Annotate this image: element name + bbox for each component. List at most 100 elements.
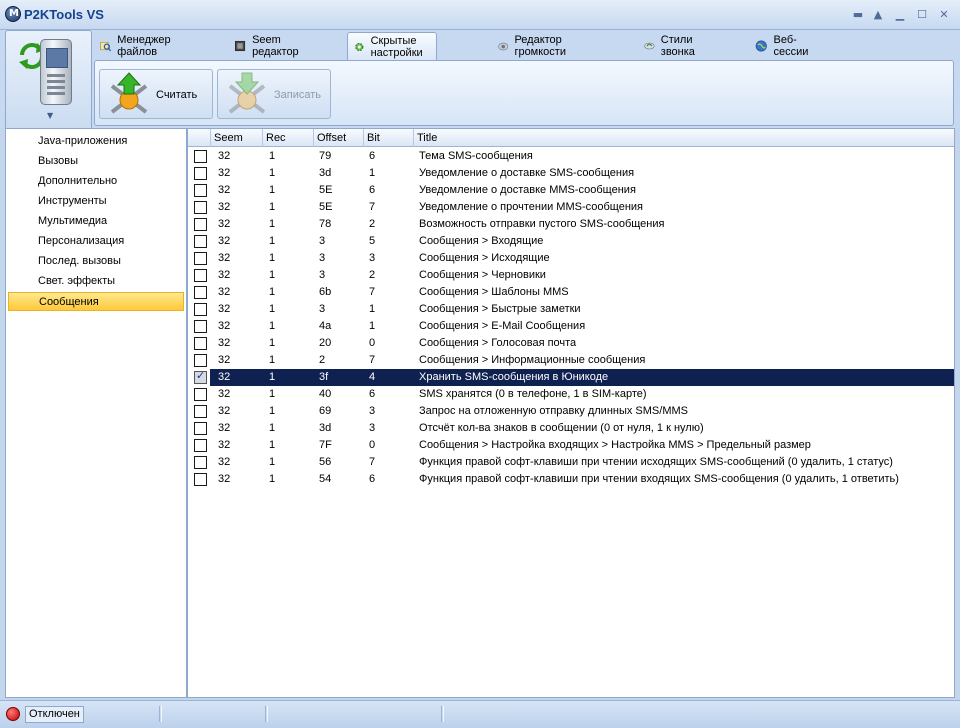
cell-title: Отсчёт кол-ва знаков в сообщении (0 от н… bbox=[419, 422, 704, 434]
row-checkbox[interactable] bbox=[194, 369, 207, 384]
table-row[interactable]: 32 1 3 2 Сообщения > Черновики bbox=[188, 267, 954, 284]
cell-rec: 1 bbox=[269, 150, 276, 162]
write-label: Записать bbox=[274, 89, 322, 101]
cell-bit: 2 bbox=[369, 218, 376, 230]
sidebar-item-calls[interactable]: Вызовы bbox=[8, 152, 184, 171]
cell-bit: 7 bbox=[369, 456, 376, 468]
sidebar-item-light-effects[interactable]: Свет. эффекты bbox=[8, 272, 184, 291]
header-rec[interactable]: Rec bbox=[263, 129, 314, 147]
motorola-logo-icon[interactable] bbox=[5, 6, 21, 22]
sidebar-item-multimedia[interactable]: Мультимедиа bbox=[8, 212, 184, 231]
header-bit[interactable]: Bit bbox=[364, 129, 414, 147]
cell-offset: 56 bbox=[319, 456, 332, 468]
cell-seem: 32 bbox=[218, 473, 231, 485]
row-checkbox[interactable] bbox=[194, 405, 207, 418]
table-row[interactable]: 32 1 5E 6 Уведомление о доставке MMS-сообщен… bbox=[188, 182, 954, 199]
row-checkbox[interactable] bbox=[194, 354, 207, 367]
cell-rec: 1 bbox=[269, 473, 276, 485]
sidebar-item-personalization[interactable]: Персонализация bbox=[8, 232, 184, 251]
tab-file-manager[interactable]: Менеджер файлов bbox=[94, 32, 183, 60]
table-row[interactable]: 32 1 5E 7 Уведомление о прочтении MMS-сообще… bbox=[188, 199, 954, 216]
cell-offset: 20 bbox=[319, 337, 332, 349]
row-checkbox[interactable] bbox=[194, 252, 207, 265]
tab-web-sessions[interactable]: Веб-сессии bbox=[749, 32, 820, 60]
minimize-button[interactable]: ▁ bbox=[892, 8, 908, 22]
row-checkbox[interactable] bbox=[194, 337, 207, 350]
ribbon-collapse-icon[interactable]: ▬ bbox=[850, 8, 866, 22]
header-offset[interactable]: Offset bbox=[314, 129, 364, 147]
table-row[interactable]: 32 1 79 6 Тема SMS-сообщения bbox=[188, 148, 954, 165]
table-row[interactable]: 32 1 7F 0 Сообщения > Настройка входящих > Н… bbox=[188, 437, 954, 454]
row-checkbox[interactable] bbox=[194, 235, 207, 248]
status-separator bbox=[441, 706, 444, 722]
cell-bit: 7 bbox=[369, 354, 376, 366]
seem-editor-icon bbox=[235, 40, 246, 52]
maximize-button[interactable]: ☐ bbox=[914, 8, 930, 22]
cell-offset: 3 bbox=[319, 235, 326, 247]
header-seem[interactable]: Seem bbox=[211, 129, 263, 147]
cell-title: Тема SMS-сообщения bbox=[419, 150, 533, 162]
table-row[interactable]: 32 1 3f 4 Хранить SMS-сообщения в Юникоде bbox=[188, 369, 954, 386]
write-button[interactable]: Записать bbox=[217, 69, 331, 119]
cell-title: Запрос на отложенную отправку длинных SM… bbox=[419, 405, 688, 417]
table-row[interactable]: 32 1 3 1 Сообщения > Быстрые заметки bbox=[188, 301, 954, 318]
row-checkbox[interactable] bbox=[194, 320, 207, 333]
table-row[interactable]: 32 1 3d 3 Отсчёт кол-ва знаков в сообщении (… bbox=[188, 420, 954, 437]
table-row[interactable]: 32 1 56 7 Функция правой софт-клавиши при чт… bbox=[188, 454, 954, 471]
close-button[interactable]: ✕ bbox=[936, 8, 952, 22]
sidebar-item-tools[interactable]: Инструменты bbox=[8, 192, 184, 211]
web-sessions-globe-icon bbox=[755, 40, 767, 52]
table-row[interactable]: 32 1 4a 1 Сообщения > E-Mail Сообщения bbox=[188, 318, 954, 335]
table-row[interactable]: 32 1 6b 7 Сообщения > Шаблоны MMS bbox=[188, 284, 954, 301]
sidebar-item-recent-calls[interactable]: Послед. вызовы bbox=[8, 252, 184, 271]
row-checkbox[interactable] bbox=[194, 473, 207, 486]
row-checkbox[interactable] bbox=[194, 150, 207, 163]
sidebar-item-messages[interactable]: Сообщения bbox=[8, 292, 184, 311]
table-row[interactable]: 32 1 3 3 Сообщения > Исходящие bbox=[188, 250, 954, 267]
sidebar-item-java[interactable]: Java-приложения bbox=[8, 132, 184, 151]
cell-seem: 32 bbox=[218, 354, 231, 366]
tab-ring-styles[interactable]: Стили звонка bbox=[638, 32, 708, 60]
chevron-down-icon: ▼ bbox=[47, 111, 54, 120]
row-checkbox[interactable] bbox=[194, 184, 207, 197]
table-row[interactable]: 32 1 3 5 Сообщения > Входящие bbox=[188, 233, 954, 250]
row-checkbox[interactable] bbox=[194, 167, 207, 180]
cell-title: Функция правой софт-клавиши при чтении и… bbox=[419, 456, 893, 468]
row-checkbox[interactable] bbox=[194, 218, 207, 231]
table-row[interactable]: 32 1 40 6 SMS хранятся (0 в телефоне, 1 в SI… bbox=[188, 386, 954, 403]
row-checkbox[interactable] bbox=[194, 286, 207, 299]
volume-editor-icon bbox=[498, 42, 509, 51]
cell-rec: 1 bbox=[269, 456, 276, 468]
cell-offset: 69 bbox=[319, 405, 332, 417]
row-checkbox[interactable] bbox=[194, 388, 207, 401]
tab-volume-editor[interactable]: Редактор громкости bbox=[492, 32, 580, 60]
ribbon-panel: Считать Записать bbox=[94, 60, 954, 126]
header-title[interactable]: Title bbox=[414, 129, 954, 147]
table-row[interactable]: 32 1 54 6 Функция правой софт-клавиши при чт… bbox=[188, 471, 954, 488]
row-checkbox[interactable] bbox=[194, 303, 207, 316]
phone-icon bbox=[40, 39, 72, 105]
cell-title: Сообщения > Голосовая почта bbox=[419, 337, 577, 349]
row-checkbox[interactable] bbox=[194, 201, 207, 214]
tab-hidden-settings[interactable]: Скрытые настройки bbox=[347, 32, 438, 60]
row-checkbox[interactable] bbox=[194, 439, 207, 452]
table-row[interactable]: 32 1 69 3 Запрос на отложенную отправку длин… bbox=[188, 403, 954, 420]
cell-offset: 3 bbox=[319, 252, 326, 264]
table-row[interactable]: 32 1 78 2 Возможность отправки пустого SMS-с… bbox=[188, 216, 954, 233]
cell-title: Сообщения > Входящие bbox=[419, 235, 544, 247]
minimize-ribbon-up-icon[interactable]: ▲ bbox=[870, 8, 886, 22]
cell-offset: 5E bbox=[319, 201, 333, 213]
cell-rec: 1 bbox=[269, 320, 276, 332]
row-checkbox[interactable] bbox=[194, 422, 207, 435]
sidebar-item-additional[interactable]: Дополнительно bbox=[8, 172, 184, 191]
table-row[interactable]: 32 1 2 7 Сообщения > Информационные сообщени… bbox=[188, 352, 954, 369]
cell-offset: 3f bbox=[319, 371, 329, 383]
tab-seem-editor[interactable]: Seem редактор bbox=[228, 32, 311, 60]
table-row[interactable]: 32 1 20 0 Сообщения > Голосовая почта bbox=[188, 335, 954, 352]
table-row[interactable]: 32 1 3d 1 Уведомление о доставке SMS-сообщен… bbox=[188, 165, 954, 182]
read-button[interactable]: Считать bbox=[99, 69, 213, 119]
row-checkbox[interactable] bbox=[194, 269, 207, 282]
cell-seem: 32 bbox=[218, 388, 231, 400]
status-separator bbox=[265, 706, 268, 722]
row-checkbox[interactable] bbox=[194, 456, 207, 469]
